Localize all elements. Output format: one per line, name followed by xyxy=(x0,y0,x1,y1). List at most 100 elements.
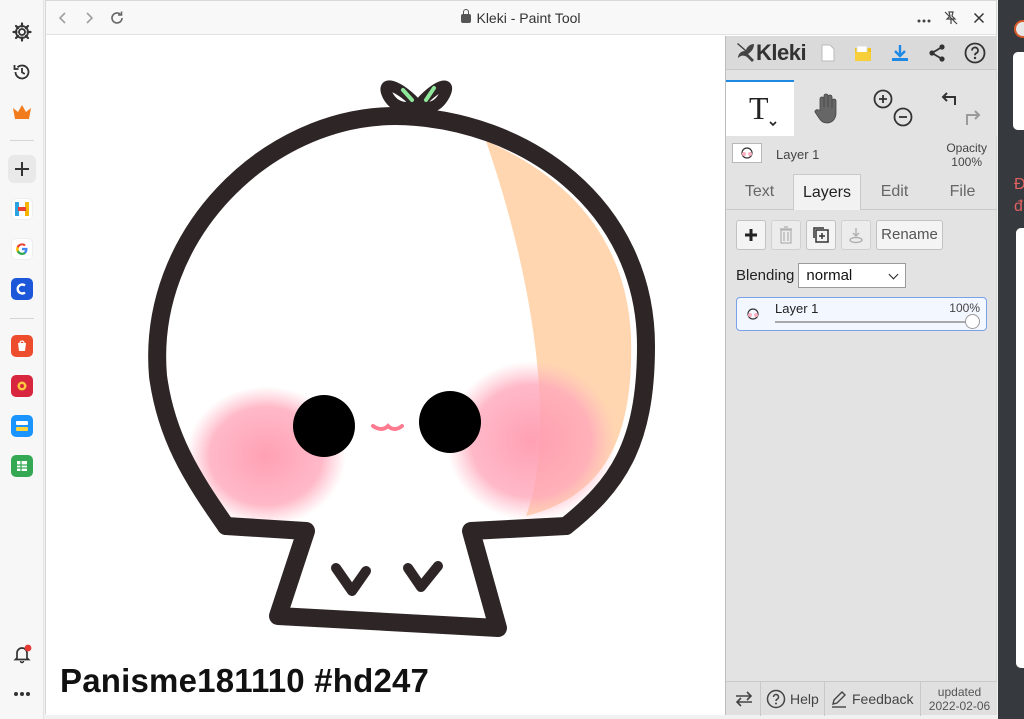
lock-icon xyxy=(461,9,472,23)
panel-bottom-bar: Help Feedback updated 2022-02-06 xyxy=(726,681,997,716)
updated-info: updated 2022-02-06 xyxy=(924,682,995,716)
promo-app-icon xyxy=(11,375,33,397)
background-letter-1: Đ xyxy=(1014,176,1024,193)
app-shortcut-sheets[interactable] xyxy=(8,452,36,480)
app-shortcut-h[interactable] xyxy=(8,195,36,223)
add-layer-button[interactable] xyxy=(736,220,766,250)
kleki-panel: Kleki T Layer 1 Opacity 100% Text Layers… xyxy=(725,36,997,716)
shopee-icon xyxy=(11,335,33,357)
zoom-tools xyxy=(860,80,926,136)
svg-text:T: T xyxy=(749,90,769,126)
layer-thumbnail xyxy=(732,143,762,163)
bottom-divider xyxy=(920,682,921,716)
help-circle-icon xyxy=(766,689,786,709)
window-title: Kleki - Paint Tool xyxy=(476,10,581,26)
layer-item-thumbnail xyxy=(743,305,763,323)
window-title-area: Kleki - Paint Tool xyxy=(46,9,996,26)
kleki-logo[interactable]: Kleki xyxy=(734,40,807,66)
help-icon[interactable] xyxy=(963,42,987,64)
layer-tools: Rename xyxy=(726,220,997,252)
eye-left xyxy=(293,395,355,457)
paw-left xyxy=(331,563,371,596)
add-layer-icon xyxy=(745,229,757,241)
tab-layers[interactable]: Layers xyxy=(793,174,861,210)
rename-button[interactable]: Rename xyxy=(876,220,943,250)
google-icon xyxy=(11,238,33,260)
help-label: Help xyxy=(790,691,819,707)
app-shortcut-lazada[interactable] xyxy=(8,372,36,400)
opacity-readout: Opacity 100% xyxy=(946,141,987,169)
bottom-divider xyxy=(824,682,825,716)
background-panel xyxy=(1016,228,1024,668)
layer-opacity-slider[interactable] xyxy=(775,321,971,323)
share-icon[interactable] xyxy=(925,42,949,64)
delete-layer-button[interactable] xyxy=(771,220,801,250)
sidebar-divider xyxy=(10,140,34,141)
help-button[interactable]: Help xyxy=(766,682,819,716)
undo-redo-tools xyxy=(926,80,997,136)
bell-icon[interactable] xyxy=(8,640,36,668)
sheets-icon xyxy=(11,455,33,477)
title-bar: Kleki - Paint Tool xyxy=(46,1,996,35)
redo-icon[interactable] xyxy=(965,110,980,125)
undo-icon[interactable] xyxy=(941,92,956,105)
body-outline xyxy=(217,517,575,637)
updated-label: updated xyxy=(937,685,982,699)
tool-row: T xyxy=(726,80,997,136)
close-icon[interactable] xyxy=(969,9,989,27)
layer-list-item[interactable]: Layer 1 100% xyxy=(736,297,987,331)
current-layer-name: Layer 1 xyxy=(776,147,820,162)
current-layer-strip: Layer 1 Opacity 100% xyxy=(726,138,997,172)
feedback-label: Feedback xyxy=(852,691,914,707)
mouth xyxy=(371,423,404,431)
kleki-toolbar: Kleki xyxy=(726,36,997,70)
app-shortcut-google[interactable] xyxy=(8,235,36,263)
background-letter-2: đ xyxy=(1014,198,1023,215)
layer-item-name: Layer 1 xyxy=(775,301,819,316)
more-icon[interactable] xyxy=(8,680,36,708)
blending-label: Blending xyxy=(736,266,795,284)
drawing-canvas[interactable]: Panisme181110 #hd247 xyxy=(46,36,725,715)
eye-right xyxy=(419,391,481,453)
menu-dots-icon[interactable] xyxy=(914,9,934,27)
duplicate-layer-icon xyxy=(813,227,829,243)
kleki-logo-icon xyxy=(737,43,754,62)
tab-text[interactable]: Text xyxy=(726,174,793,210)
watermark-text: Panisme181110 #hd247 xyxy=(60,662,430,699)
merge-layer-button[interactable] xyxy=(841,220,871,250)
browser-sidebar xyxy=(0,0,44,719)
settings-icon[interactable] xyxy=(8,18,36,46)
zoom-in-icon[interactable] xyxy=(873,89,893,109)
blending-row: Blending normal xyxy=(736,262,907,288)
h-app-icon xyxy=(11,198,33,220)
bottom-divider xyxy=(760,682,761,716)
blue-app-icon xyxy=(11,278,33,300)
layer-opacity-knob[interactable] xyxy=(965,314,980,329)
open-folder-icon[interactable] xyxy=(851,42,875,64)
opacity-value: 100% xyxy=(951,155,982,169)
hand-tool[interactable] xyxy=(794,80,860,136)
plus-icon[interactable] xyxy=(8,155,36,183)
download-icon[interactable] xyxy=(888,42,912,64)
history-icon[interactable] xyxy=(8,58,36,86)
background-card xyxy=(1013,52,1024,130)
new-file-icon[interactable] xyxy=(816,42,840,64)
background-letters: Đ đ xyxy=(1014,174,1024,218)
delete-layer-icon xyxy=(780,226,792,244)
app-shortcut-shopee[interactable] xyxy=(8,332,36,360)
app-shortcut-tiki[interactable] xyxy=(8,412,36,440)
kleki-window: Kleki - Paint Tool Panisme181110 #hd247 … xyxy=(45,0,997,716)
feedback-button[interactable]: Feedback xyxy=(830,682,913,716)
duplicate-layer-button[interactable] xyxy=(806,220,836,250)
text-tool[interactable]: T xyxy=(726,80,794,136)
layer-item-opacity: 100% xyxy=(949,301,980,315)
pin-icon[interactable] xyxy=(941,9,961,27)
zoom-out-icon[interactable] xyxy=(893,107,913,127)
app-shortcut-blue[interactable] xyxy=(8,275,36,303)
swap-icon[interactable] xyxy=(734,682,754,716)
crown-icon[interactable] xyxy=(8,98,36,126)
tab-edit[interactable]: Edit xyxy=(861,174,928,210)
tab-file[interactable]: File xyxy=(928,174,997,210)
tiki-icon xyxy=(11,415,33,437)
blending-select[interactable]: normal xyxy=(798,262,907,288)
